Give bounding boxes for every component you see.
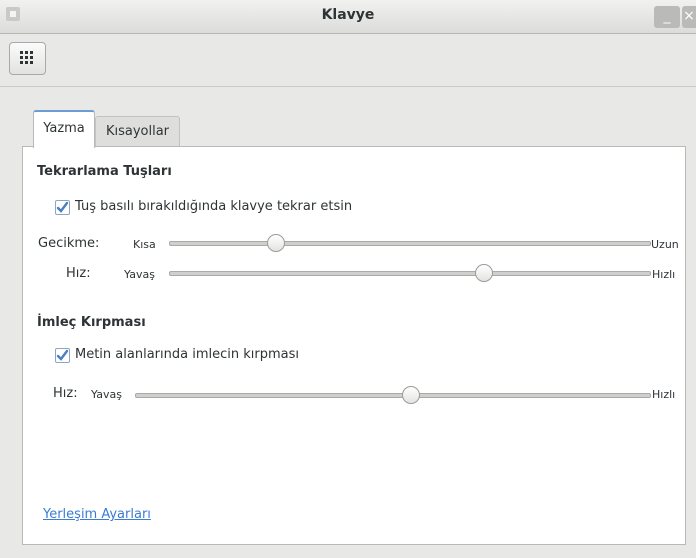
delay-slider[interactable] — [169, 241, 651, 246]
toolbar — [0, 34, 696, 87]
repeat-keys-checkbox-label: Tuş basılı bırakıldığında klavye tekrar … — [75, 199, 353, 214]
grid-button[interactable] — [9, 42, 46, 75]
blink-speed-label: Hız: — [53, 386, 78, 401]
blink-speed-max-label: Hızlı — [652, 388, 676, 401]
repeat-speed-slider[interactable] — [169, 271, 651, 276]
blink-speed-slider-handle[interactable] — [402, 386, 420, 404]
delay-max-label: Uzun — [651, 238, 679, 251]
title-bar: Klavye _ × — [0, 0, 696, 34]
grid-icon — [20, 51, 33, 64]
minimize-icon[interactable]: _ — [654, 6, 680, 28]
tab-yazma[interactable]: Yazma — [33, 110, 95, 148]
close-icon[interactable]: × — [682, 6, 696, 28]
checkmark-icon — [56, 349, 69, 361]
repeat-speed-slider-handle[interactable] — [475, 264, 493, 282]
blink-speed-min-label: Yavaş — [91, 388, 122, 401]
repeat-speed-label: Hız: — [66, 266, 91, 281]
blink-speed-slider[interactable] — [135, 393, 651, 398]
delay-label: Gecikme: — [38, 236, 100, 251]
cursor-blink-checkbox-label: Metin alanlarında imlecin kırpması — [75, 347, 299, 362]
delay-min-label: Kısa — [133, 238, 156, 251]
window-title: Klavye — [321, 7, 375, 23]
layout-settings-link[interactable]: Yerleşim Ayarları — [43, 507, 151, 522]
cursor-blink-checkbox[interactable] — [55, 348, 70, 363]
delay-slider-handle[interactable] — [267, 234, 285, 252]
repeat-keys-checkbox[interactable] — [55, 200, 70, 215]
repeat-speed-max-label: Hızlı — [652, 268, 676, 281]
checkmark-icon — [56, 201, 69, 213]
repeat-keys-heading: Tekrarlama Tuşları — [37, 164, 172, 179]
tab-kisayollar[interactable]: Kısayollar — [95, 116, 180, 147]
repeat-speed-min-label: Yavaş — [124, 268, 155, 281]
cursor-blink-heading: İmleç Kırpması — [37, 315, 146, 330]
